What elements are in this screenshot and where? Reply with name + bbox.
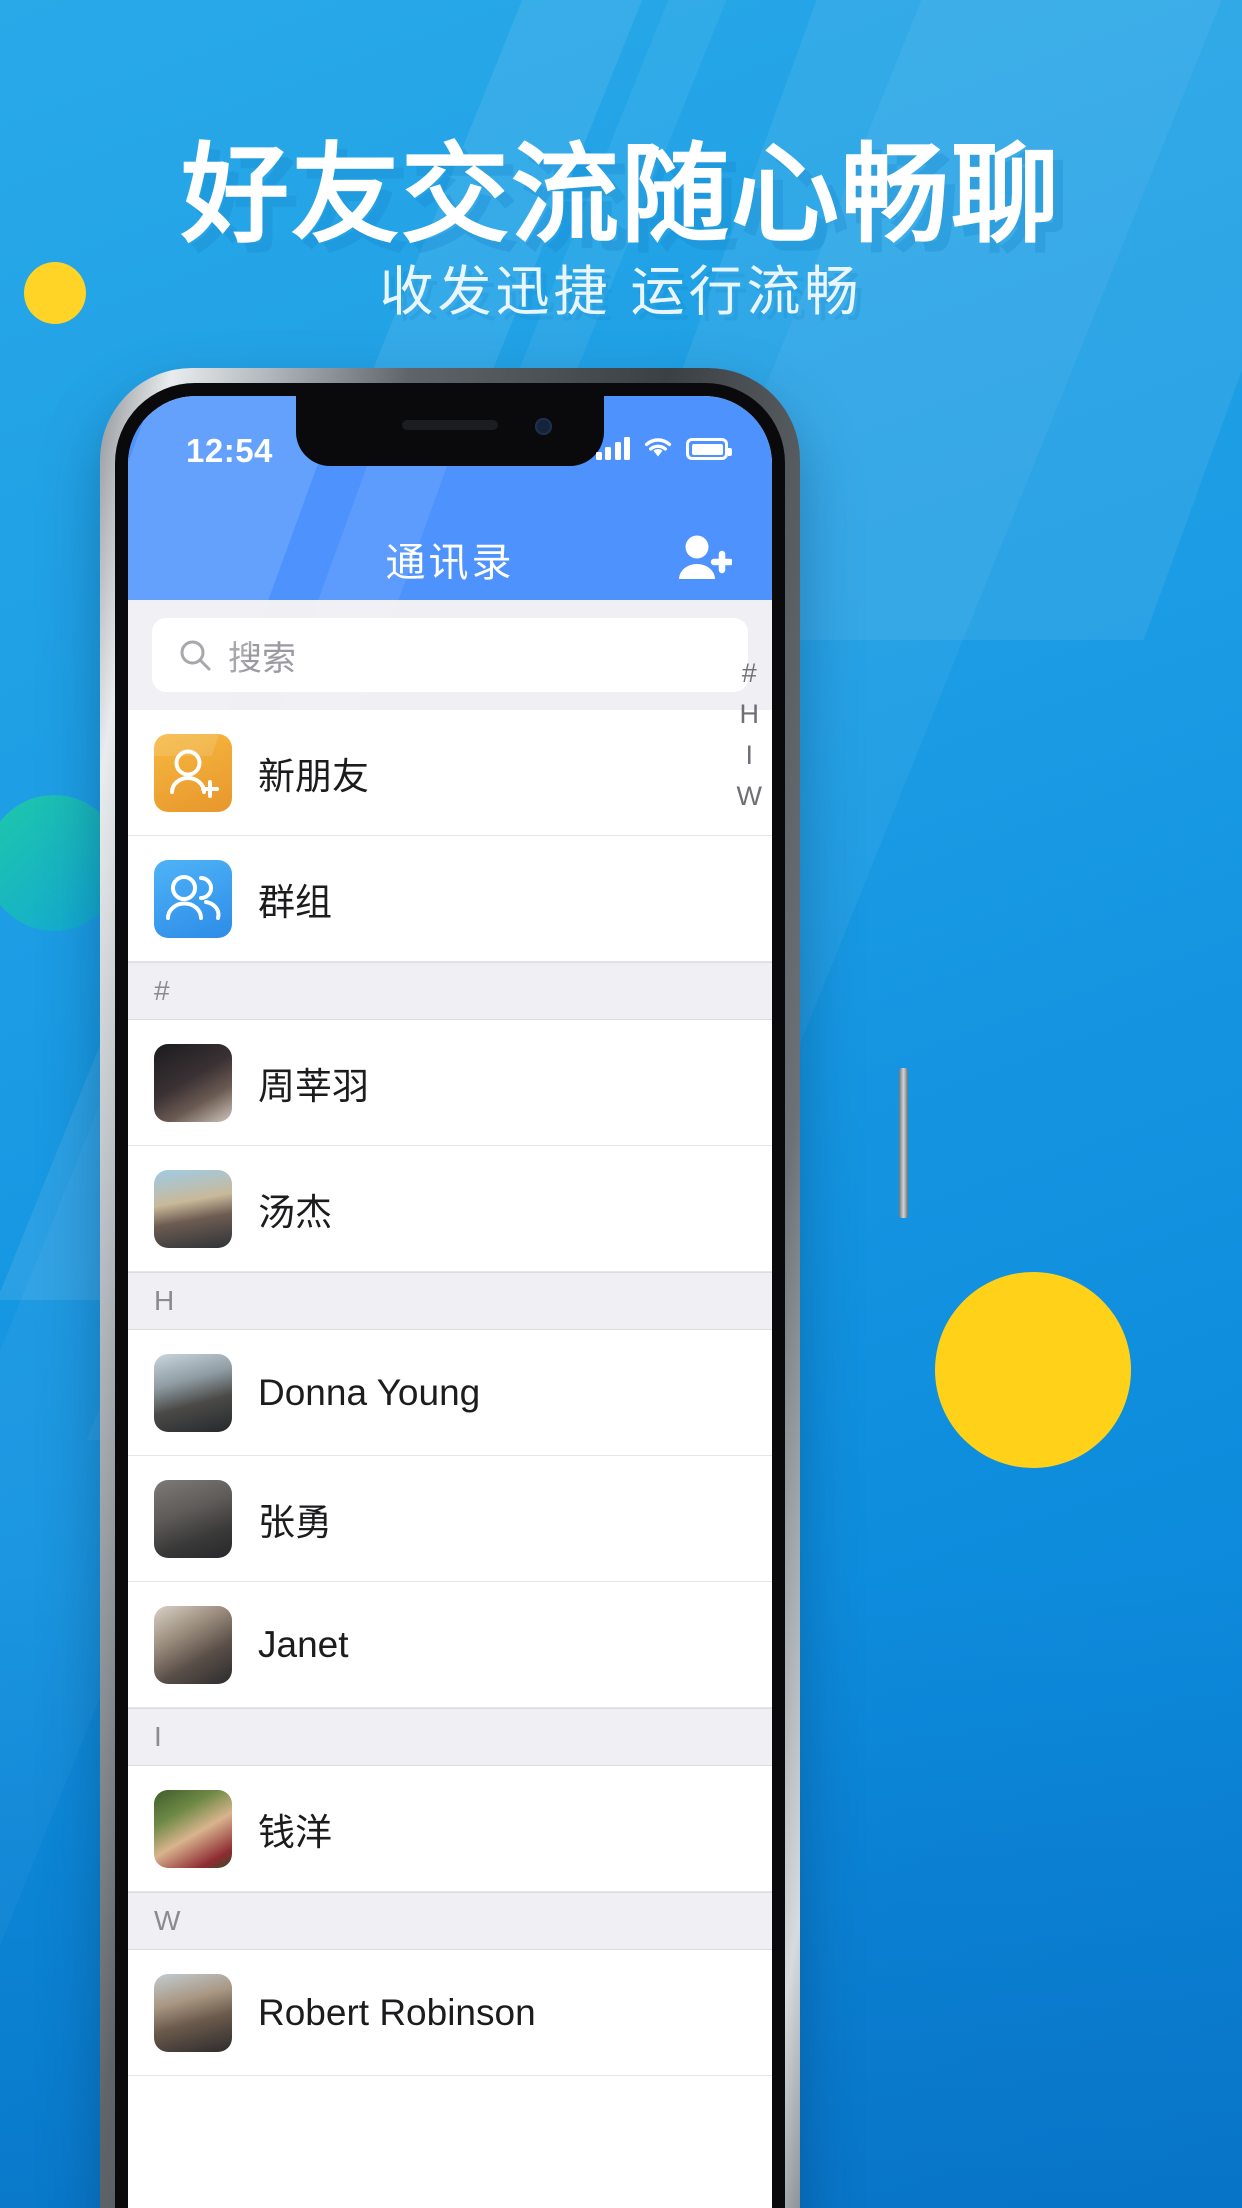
status-bar-icons (595, 436, 732, 460)
contact-name: 周莘羽 (258, 1065, 369, 1107)
phone-bezel: 12:54 通讯录 搜索 新朋友 群组 # 周莘羽 汤杰 H Donna You… (115, 383, 785, 2208)
search-area: 搜索 (128, 600, 772, 710)
section-header: I (128, 1708, 772, 1766)
avatar (154, 1479, 232, 1558)
power-button[interactable] (899, 1068, 908, 1218)
contact-row[interactable]: Robert Robinson (128, 1950, 772, 2076)
index-letter[interactable]: # (742, 660, 757, 687)
list-item-group[interactable]: 群组 (128, 836, 772, 962)
battery-icon (686, 438, 732, 460)
contact-name: Donna Young (258, 1371, 481, 1413)
new-friend-icon (154, 733, 232, 812)
index-letter[interactable]: I (746, 742, 754, 769)
wifi-icon (644, 438, 672, 457)
contact-row[interactable]: 钱洋 (128, 1766, 772, 1892)
section-header: H (128, 1272, 772, 1330)
contact-row[interactable]: 张勇 (128, 1456, 772, 1582)
search-input[interactable]: 搜索 (152, 618, 748, 692)
index-letter[interactable]: H (740, 701, 760, 728)
avatar (154, 1169, 232, 1248)
contact-row[interactable]: 汤杰 (128, 1146, 772, 1272)
contact-name: 张勇 (258, 1501, 332, 1543)
phone-notch (296, 396, 604, 466)
status-bar: 12:54 (128, 396, 772, 512)
add-person-icon[interactable] (676, 532, 734, 584)
promo-subheadline: 收发迅捷 运行流畅 (379, 262, 863, 322)
status-bar-clock: 12:54 (186, 432, 273, 469)
signal-bars-icon (595, 436, 630, 460)
group-icon (154, 859, 232, 938)
avatar (154, 1353, 232, 1432)
avatar (154, 1789, 232, 1868)
contact-name: 钱洋 (258, 1811, 332, 1853)
contact-name: Janet (258, 1623, 349, 1665)
contact-name: Robert Robinson (258, 1991, 536, 2033)
list-item-label: 新朋友 (258, 755, 369, 797)
phone-screen: 12:54 通讯录 搜索 新朋友 群组 # 周莘羽 汤杰 H Donna You… (128, 396, 772, 2208)
section-header: # (128, 962, 772, 1020)
list-item-label: 群组 (258, 881, 332, 923)
contact-row[interactable]: Donna Young (128, 1330, 772, 1456)
contact-row[interactable]: 周莘羽 (128, 1020, 772, 1146)
earpiece-speaker (402, 420, 498, 430)
contact-list: 新朋友 群组 # 周莘羽 汤杰 H Donna Young 张勇 Janet I… (128, 710, 772, 2076)
contact-row[interactable]: Janet (128, 1582, 772, 1708)
phone-mockup: 12:54 通讯录 搜索 新朋友 群组 # 周莘羽 汤杰 H Donna You… (100, 368, 908, 2208)
avatar (154, 1973, 232, 2052)
nav-bar: 通讯录 (128, 512, 772, 600)
section-header: W (128, 1892, 772, 1950)
index-letter[interactable]: W (737, 783, 762, 810)
list-item-new-friend[interactable]: 新朋友 (128, 710, 772, 836)
search-placeholder: 搜索 (228, 639, 296, 678)
avatar (154, 1043, 232, 1122)
decorative-circle-yellow-large (935, 1272, 1131, 1468)
contact-name: 汤杰 (258, 1191, 332, 1233)
search-icon (180, 640, 211, 671)
promo-headline: 好友交流随心畅聊 (180, 134, 1061, 255)
front-camera (535, 418, 552, 435)
avatar (154, 1605, 232, 1684)
alphabet-index-rail[interactable]: # H I W (737, 660, 762, 810)
